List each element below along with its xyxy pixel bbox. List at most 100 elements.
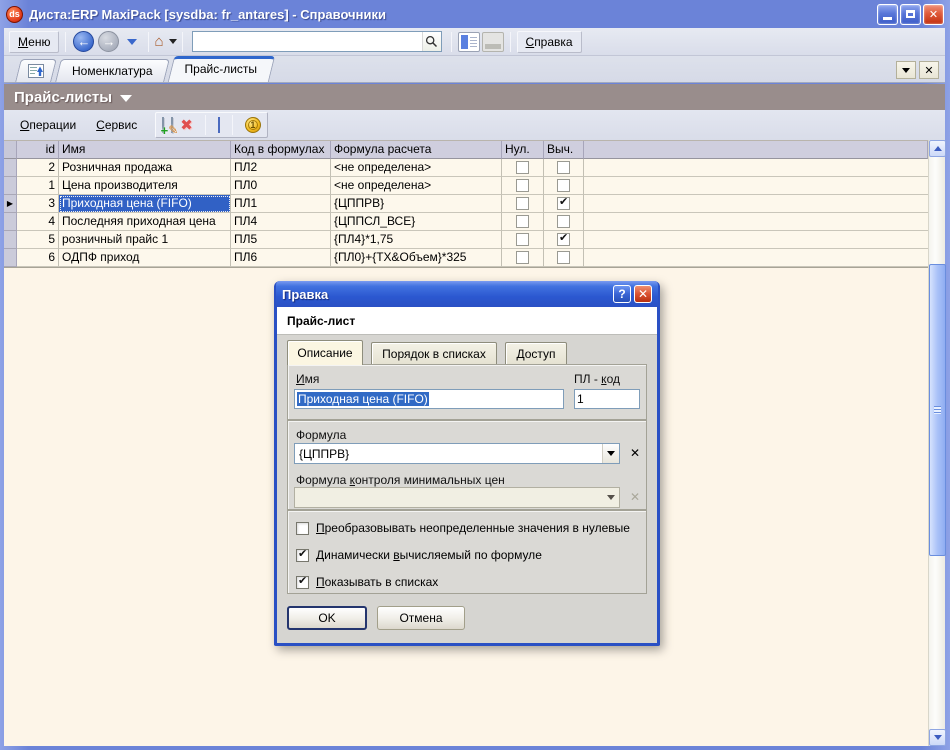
vertical-scrollbar[interactable] [928,140,945,746]
currency-button[interactable]: 1 [245,117,261,133]
separator [451,32,452,52]
column-header-vych[interactable]: Выч. [544,141,584,159]
search-box [192,31,442,52]
formula-combobox[interactable]: {ЦППРВ} [294,443,620,464]
name-label: Имя [296,372,319,386]
tab-list-dropdown-button[interactable] [896,61,916,79]
checkbox-icon [296,522,309,535]
column-header-name[interactable]: Имя [59,141,231,159]
ok-button[interactable]: OK [287,606,367,630]
arrow-up-icon [934,146,942,151]
separator [148,32,149,52]
name-input[interactable]: Приходная цена (FIFO) [294,389,564,409]
app-window: ds Диста:ERP MaxiPack [sysdba: fr_antare… [0,0,950,750]
column-header-id[interactable]: id [17,141,59,159]
title-bar: ds Диста:ERP MaxiPack [sysdba: fr_antare… [0,0,950,28]
edit-record-button[interactable] [171,118,173,132]
list-arrow-icon [28,64,44,78]
dialog-help-button[interactable]: ? [613,285,631,303]
scroll-down-button[interactable] [929,729,946,746]
dialog-title-bar: Правка ? ✕ [276,281,658,307]
search-icon [425,35,438,48]
app-logo-icon: ds [6,6,23,23]
vych-checkbox [557,197,570,210]
dropdown-button[interactable] [602,444,619,463]
edit-record-icon [171,117,173,133]
dialog-subtitle: Прайс-лист [277,307,657,335]
bottom-panel-toggle-button[interactable] [482,32,504,52]
section-dropdown-icon[interactable] [120,95,132,102]
history-dropdown-icon[interactable] [127,39,137,45]
tab-start-page[interactable] [18,59,54,82]
dialog-tab-list-order[interactable]: Порядок в списках [371,342,497,364]
options-panel: Преобразовывать неопределенные значения … [287,510,647,594]
vych-checkbox [557,179,570,192]
table-row[interactable]: 2 Розничная продажа ПЛ2 <не определена> [4,159,928,177]
nul-checkbox [516,161,529,174]
menu-button[interactable]: Меню [9,31,59,53]
table-view-button[interactable] [218,118,220,132]
vych-checkbox [557,161,570,174]
table-row[interactable]: 4 Последняя приходная цена ПЛ4 {ЦППСЛ_ВС… [4,213,928,231]
maximize-button[interactable] [900,4,921,25]
scrollbar-thumb[interactable] [929,264,946,556]
price-list-grid: id Имя Код в формулах Формула расчета Ну… [4,141,928,267]
menu-operations[interactable]: Операции [10,114,86,136]
convert-undefined-checkbox[interactable]: Преобразовывать неопределенные значения … [296,521,630,535]
nul-checkbox [516,197,529,210]
selected-cell[interactable]: Приходная цена (FIFO) [59,195,231,213]
menu-bar: Операции Сервис ✖ 1 [4,110,945,141]
table-row[interactable]: 5 розничный прайс 1 ПЛ5 {ПЛ4}*1,75 [4,231,928,249]
cancel-button[interactable]: Отмена [377,606,465,630]
dialog-body: Описание Порядок в списках Доступ Имя Пр… [277,335,657,640]
menu-service[interactable]: Сервис [86,114,147,136]
dialog-title: Правка [282,287,610,302]
show-in-lists-checkbox[interactable]: Показывать в списках [296,575,438,589]
search-button[interactable] [422,32,441,51]
dialog-tab-description[interactable]: Описание [287,340,363,365]
current-row-indicator [4,195,17,213]
minimize-button[interactable] [877,4,898,25]
search-input[interactable] [193,33,422,50]
help-button[interactable]: Справка [517,31,582,53]
separator [205,115,206,135]
back-button[interactable]: ← [73,31,94,52]
dropdown-button [602,488,619,507]
formula-clear-button[interactable]: ✕ [626,444,644,462]
table-row[interactable]: 6 ОДПФ приход ПЛ6 {ПЛ0}+{ТХ&Объем}*325 [4,249,928,267]
tab-close-button[interactable]: ✕ [919,61,939,79]
dynamic-formula-checkbox[interactable]: Динамически вычисляемый по формуле [296,548,542,562]
document-tab-strip: Номенклатура Прайс-листы ✕ [4,56,945,83]
maximize-icon [906,10,915,18]
chevron-down-icon [607,495,615,500]
tab-nomenklatura[interactable]: Номенклатура [58,59,167,82]
forward-button[interactable]: → [98,31,119,52]
chevron-down-icon [902,68,910,73]
code-input[interactable]: 1 [574,389,640,409]
separator [232,115,233,135]
tab-price-lists[interactable]: Прайс-листы [171,56,272,82]
dialog-tab-access[interactable]: Доступ [505,342,567,364]
close-button[interactable]: ✕ [923,4,944,25]
home-icon[interactable]: ⌂ [154,33,163,50]
scroll-up-button[interactable] [929,140,946,157]
dialog-close-button[interactable]: ✕ [634,285,652,303]
table-row[interactable]: 1 Цена производителя ПЛ0 <не определена> [4,177,928,195]
separator [65,32,66,52]
column-header-formula[interactable]: Формула расчета [331,141,502,159]
delete-record-button[interactable]: ✖ [180,118,193,133]
home-dropdown-icon[interactable] [169,39,177,44]
column-header-code[interactable]: Код в формулах [231,141,331,159]
add-record-button[interactable] [162,118,164,132]
side-panel-toggle-button[interactable] [458,32,480,52]
selected-text: Приходная цена (FIFO) [297,392,429,406]
page-title: Прайс-листы [14,89,112,106]
vych-checkbox [557,215,570,228]
min-price-formula-combobox [294,487,620,508]
action-toolbar: ✖ 1 [155,112,268,138]
minimize-icon [883,17,892,20]
column-header-nul[interactable]: Нул. [502,141,544,159]
formula-label: Формула [296,428,346,442]
edit-dialog: Правка ? ✕ Прайс-лист Описание Порядок в… [274,281,660,646]
table-row[interactable]: 3 Приходная цена (FIFO) ПЛ1 {ЦППРВ} [4,195,928,213]
